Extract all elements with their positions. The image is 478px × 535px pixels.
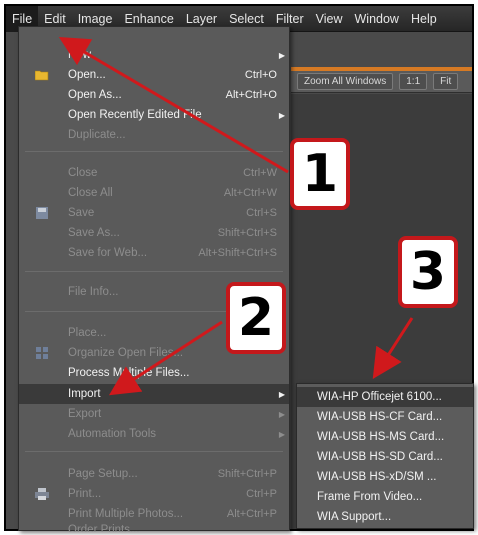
menu-item-close[interactable]: Close Ctrl+W xyxy=(19,163,289,183)
submenu-arrow-icon: ▶ xyxy=(278,50,285,60)
menu-item-label: Duplicate... xyxy=(68,129,126,141)
import-item-ms-card[interactable]: WIA-USB HS-MS Card... xyxy=(297,427,473,447)
menu-item-label: File Info... xyxy=(68,286,119,298)
actual-pixels-button[interactable]: 1:1 xyxy=(399,73,428,90)
import-item-wia-support[interactable]: WIA Support... xyxy=(297,507,473,527)
printer-icon xyxy=(35,488,49,500)
menu-item-label: Export xyxy=(68,408,102,420)
import-item-sd-card[interactable]: WIA-USB HS-SD Card... xyxy=(297,447,473,467)
menu-item-process-multiple[interactable]: Process Multiple Files... xyxy=(19,363,289,383)
menu-item-duplicate[interactable]: Duplicate... xyxy=(19,125,289,145)
menu-item-save-as[interactable]: Save As... Shift+Ctrl+S xyxy=(19,223,289,243)
shortcut: Alt+Shift+Ctrl+S xyxy=(198,247,277,259)
menu-help[interactable]: Help xyxy=(405,6,443,32)
submenu-arrow-icon: ▶ xyxy=(278,389,285,399)
callout-3: 3 xyxy=(398,236,458,308)
menu-item-label: Place... xyxy=(68,327,107,339)
shortcut: Alt+Ctrl+O xyxy=(225,89,277,101)
menu-item-label: Organize Open Files... xyxy=(68,347,184,359)
import-item-xd-card[interactable]: WIA-USB HS-xD/SM ... xyxy=(297,467,473,487)
menu-item-label: Automation Tools xyxy=(68,428,157,440)
menu-item-label: New xyxy=(68,49,92,61)
menu-item-label: Save xyxy=(68,207,95,219)
shortcut: Shift+Ctrl+S xyxy=(217,227,277,239)
shortcut: Alt+Ctrl+W xyxy=(223,187,277,199)
menu-separator xyxy=(25,151,283,152)
menu-item-close-all[interactable]: Close All Alt+Ctrl+W xyxy=(19,183,289,203)
menu-item-label: Open As... xyxy=(68,89,122,101)
menu-item-print-multiple[interactable]: Print Multiple Photos... Alt+Ctrl+P xyxy=(19,504,289,524)
shortcut: Ctrl+O xyxy=(244,69,277,81)
menu-item-automation[interactable]: Automation Tools ▶ xyxy=(19,424,289,444)
shortcut: Ctrl+S xyxy=(246,207,277,219)
submenu-arrow-icon: ▶ xyxy=(278,110,285,120)
menu-item-label: Close All xyxy=(68,187,113,199)
floppy-disk-icon xyxy=(36,207,48,219)
menu-separator xyxy=(25,271,283,272)
menu-view[interactable]: View xyxy=(310,6,349,32)
import-item-cf-card[interactable]: WIA-USB HS-CF Card... xyxy=(297,407,473,427)
menu-item-label: Print... xyxy=(68,488,102,500)
menu-item-print[interactable]: Print... Ctrl+P xyxy=(19,484,289,504)
import-item-frame-from-video[interactable]: Frame From Video... xyxy=(297,487,473,507)
menu-item-save[interactable]: Save Ctrl+S xyxy=(19,203,289,223)
menu-separator xyxy=(25,451,283,452)
menu-item-label: Save for Web... xyxy=(68,247,148,259)
shortcut: Ctrl+P xyxy=(246,488,277,500)
import-submenu: WIA-HP Officejet 6100... WIA-USB HS-CF C… xyxy=(296,383,474,529)
menu-item-label: Page Setup... xyxy=(68,468,138,480)
menu-item-export[interactable]: Export ▶ xyxy=(19,404,289,424)
menu-item-open-recent[interactable]: Open Recently Edited File ▶ xyxy=(19,105,289,125)
menu-item-save-for-web[interactable]: Save for Web... Alt+Shift+Ctrl+S xyxy=(19,243,289,263)
menu-item-import[interactable]: Import ▶ xyxy=(19,384,289,404)
menu-item-label: Open... xyxy=(68,69,106,81)
callout-2: 2 xyxy=(226,282,286,354)
callout-1: 1 xyxy=(290,138,350,210)
folder-icon xyxy=(35,70,49,81)
menu-item-new[interactable]: New ▶ xyxy=(19,45,289,65)
menu-item-label: Print Multiple Photos... xyxy=(68,508,184,520)
menu-item-open-as[interactable]: Open As... Alt+Ctrl+O xyxy=(19,85,289,105)
import-item-wia-hp[interactable]: WIA-HP Officejet 6100... xyxy=(297,387,473,407)
menu-item-page-setup[interactable]: Page Setup... Shift+Ctrl+P xyxy=(19,464,289,484)
grid-icon xyxy=(36,347,48,359)
menu-item-label: Open Recently Edited File xyxy=(68,109,202,121)
menu-item-label: Close xyxy=(68,167,98,179)
menu-item-order-prints[interactable]: Order Prints... xyxy=(19,524,289,532)
menu-item-open[interactable]: Open... Ctrl+O xyxy=(19,65,289,85)
fit-screen-button[interactable]: Fit xyxy=(433,73,459,90)
menu-window[interactable]: Window xyxy=(349,6,405,32)
menu-item-label: Order Prints... xyxy=(68,524,140,532)
shortcut: Alt+Ctrl+P xyxy=(226,508,277,520)
submenu-arrow-icon: ▶ xyxy=(278,429,285,439)
shortcut: Shift+Ctrl+P xyxy=(217,468,277,480)
menu-item-label: Save As... xyxy=(68,227,120,239)
submenu-arrow-icon: ▶ xyxy=(278,409,285,419)
zoom-all-windows-button[interactable]: Zoom All Windows xyxy=(297,73,394,90)
options-bar: Zoom All Windows 1:1 Fit xyxy=(291,71,472,93)
shortcut: Ctrl+W xyxy=(243,167,277,179)
file-menu: New ▶ Open... Ctrl+O Open As... Alt+Ctrl… xyxy=(18,26,290,532)
menu-item-label: Process Multiple Files... xyxy=(68,367,190,379)
menu-item-label: Import xyxy=(68,388,101,400)
